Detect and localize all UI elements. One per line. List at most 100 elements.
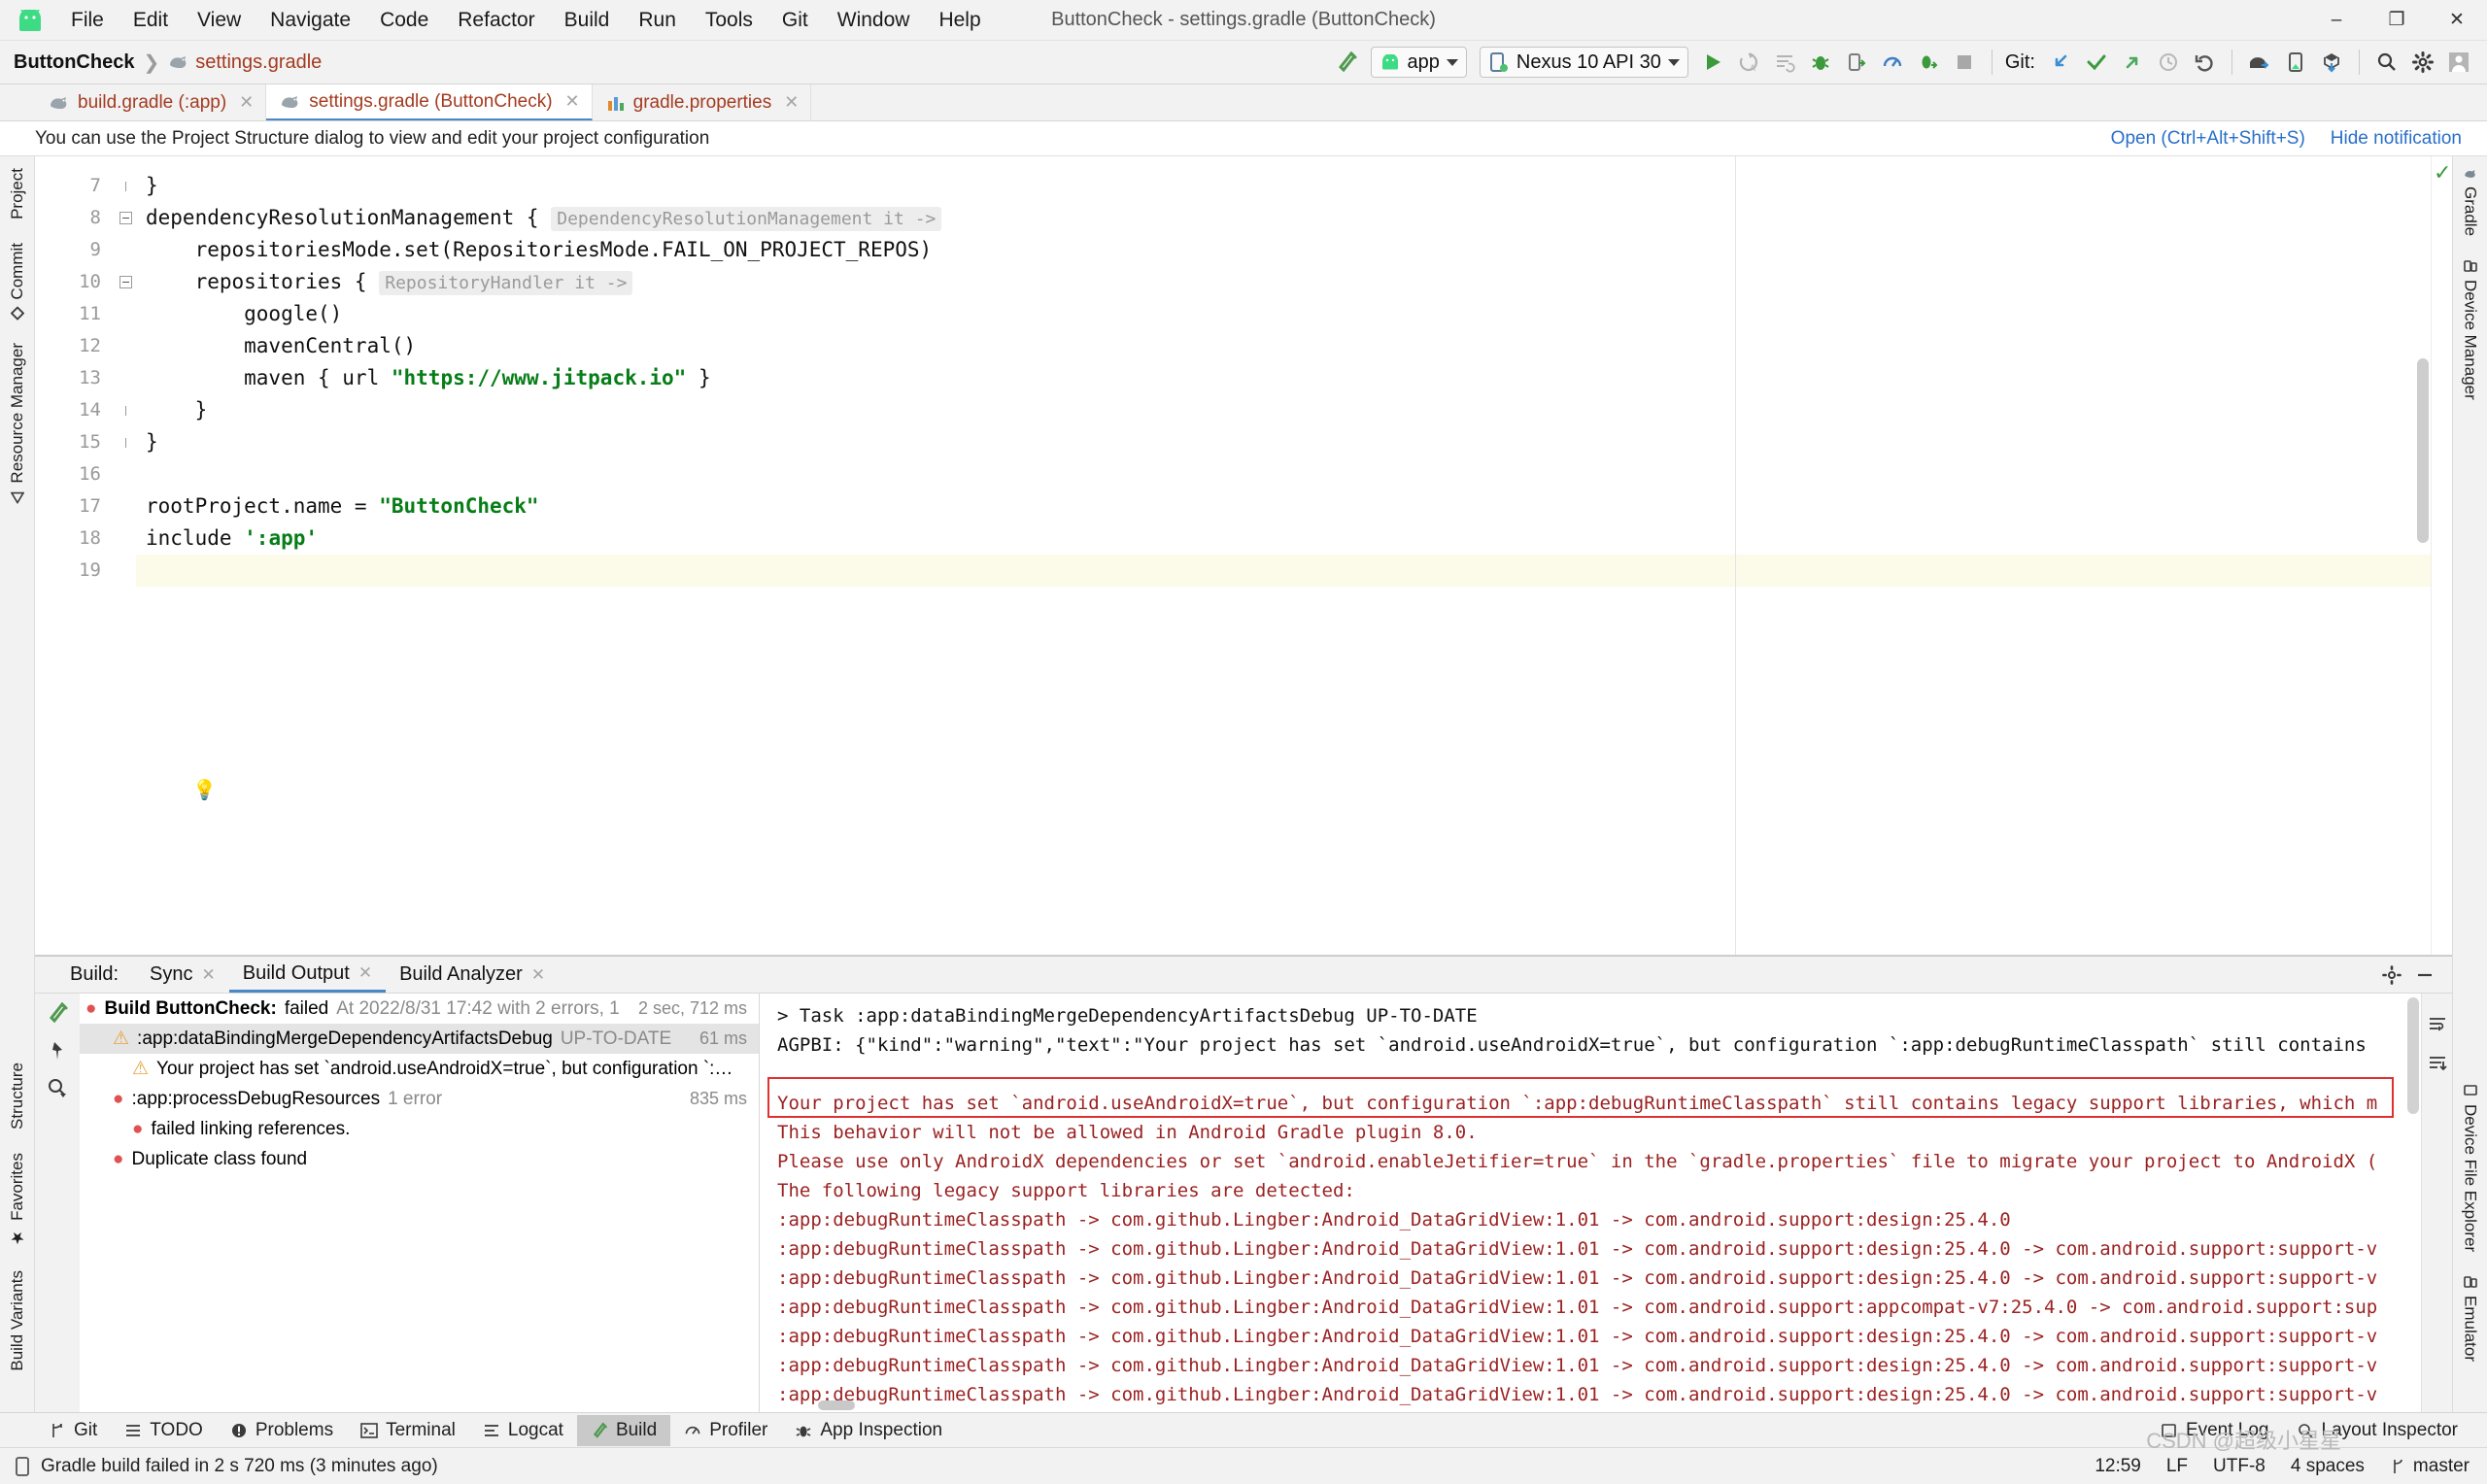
editor-scrollbar-thumb[interactable]: [2417, 358, 2429, 543]
notification-open-link[interactable]: Open (Ctrl+Alt+Shift+S): [2111, 128, 2305, 150]
menu-help[interactable]: Help: [924, 5, 995, 36]
run-button[interactable]: [1696, 46, 1729, 79]
close-icon[interactable]: ✕: [358, 963, 372, 983]
git-commit-icon[interactable]: [2080, 46, 2113, 79]
debug-icon[interactable]: [1804, 46, 1837, 79]
sidebar-item-favorites[interactable]: ★ Favorites: [5, 1141, 30, 1259]
table-row[interactable]: ● failed linking references.: [80, 1114, 759, 1144]
sidebar-item-resource-manager[interactable]: Resource Manager: [5, 331, 30, 516]
avd-manager-icon[interactable]: [2279, 46, 2312, 79]
console-hscrollbar[interactable]: [760, 1400, 2452, 1412]
git-revert-icon[interactable]: [2188, 46, 2221, 79]
fold-marker[interactable]: [115, 202, 136, 234]
tool-window-git[interactable]: Git: [35, 1415, 111, 1446]
close-icon[interactable]: ✕: [784, 92, 799, 113]
build-hammer-icon[interactable]: [46, 1001, 69, 1025]
tool-window-app-inspection[interactable]: App Inspection: [781, 1415, 956, 1446]
sdk-download-icon[interactable]: [2315, 46, 2348, 79]
device-selector[interactable]: Nexus 10 API 30: [1479, 47, 1688, 78]
tool-window-layout-inspector[interactable]: Layout Inspector: [2283, 1415, 2471, 1446]
menu-refactor[interactable]: Refactor: [443, 5, 549, 36]
avatar[interactable]: [2442, 46, 2475, 79]
search-icon[interactable]: [2370, 46, 2403, 79]
tab-build-analyzer[interactable]: Build Analyzer ✕: [386, 957, 559, 993]
gear-icon[interactable]: [2406, 46, 2439, 79]
intention-bulb-icon[interactable]: 💡: [192, 778, 217, 802]
editor-tab-gradle-properties[interactable]: gradle.properties ✕: [593, 84, 812, 120]
breadcrumb-project[interactable]: ButtonCheck: [14, 51, 134, 74]
apply-code-changes-icon[interactable]: [1768, 46, 1801, 79]
menu-window[interactable]: Window: [823, 5, 925, 36]
sidebar-item-commit[interactable]: Commit: [5, 231, 30, 332]
scroll-to-end-icon[interactable]: [2428, 1054, 2447, 1073]
cursor-position[interactable]: 12:59: [2095, 1456, 2141, 1477]
debug-attach-icon[interactable]: [1912, 46, 1945, 79]
build-output-tree[interactable]: ● Build ButtonCheck: failed At 2022/8/31…: [80, 994, 760, 1412]
pin-icon[interactable]: [47, 1040, 68, 1062]
line-separator[interactable]: LF: [2166, 1456, 2188, 1477]
sidebar-item-emulator[interactable]: Emulator: [2458, 1264, 2483, 1373]
close-icon[interactable]: ✕: [239, 92, 254, 113]
editor-tab-settings-gradle[interactable]: settings.gradle (ButtonCheck) ✕: [266, 84, 593, 120]
console-scrollbar-thumb[interactable]: [2407, 997, 2419, 1114]
apply-changes-icon[interactable]: A: [1732, 46, 1765, 79]
menu-code[interactable]: Code: [365, 5, 443, 36]
git-history-icon[interactable]: [2152, 46, 2185, 79]
notification-hide-link[interactable]: Hide notification: [2331, 128, 2462, 150]
close-button[interactable]: ✕: [2427, 0, 2487, 41]
table-row[interactable]: ● :app:processDebugResources 1 error 835…: [80, 1084, 759, 1114]
soft-wrap-icon[interactable]: [2428, 1015, 2447, 1034]
sidebar-item-structure[interactable]: Structure: [5, 1051, 30, 1141]
table-row[interactable]: ⚠ Your project has set `android.useAndro…: [80, 1054, 759, 1084]
git-update-icon[interactable]: [2044, 46, 2077, 79]
tool-window-terminal[interactable]: Terminal: [347, 1415, 469, 1446]
maximize-button[interactable]: ❐: [2367, 0, 2427, 41]
menu-git[interactable]: Git: [767, 5, 823, 36]
console-hscrollbar-thumb[interactable]: [818, 1400, 855, 1410]
menu-run[interactable]: Run: [624, 5, 691, 36]
filter-icon[interactable]: [47, 1077, 68, 1098]
code-editor[interactable]: 7 8 9 10 11 12 13 14 15 16 17 18 19} de…: [35, 156, 2452, 956]
build-hammer-icon[interactable]: [1330, 46, 1363, 79]
git-branch-name[interactable]: master: [2413, 1456, 2470, 1477]
editor-code-area[interactable]: } dependencyResolutionManagement { Depen…: [136, 156, 2452, 955]
sidebar-item-gradle[interactable]: Gradle: [2458, 156, 2483, 248]
sidebar-item-device-file-explorer[interactable]: Device File Explorer: [2458, 1072, 2483, 1264]
indent-setting[interactable]: 4 spaces: [2291, 1456, 2365, 1477]
close-icon[interactable]: ✕: [565, 91, 580, 112]
tool-window-todo[interactable]: TODO: [111, 1415, 217, 1446]
run-configuration-selector[interactable]: app: [1370, 47, 1467, 78]
tab-build-output[interactable]: Build Output ✕: [228, 957, 387, 993]
table-row[interactable]: ● Build ButtonCheck: failed At 2022/8/31…: [80, 994, 759, 1024]
fold-marker[interactable]: [115, 266, 136, 298]
git-push-icon[interactable]: [2116, 46, 2149, 79]
tool-window-logcat[interactable]: Logcat: [469, 1415, 577, 1446]
editor-fold-column[interactable]: [115, 156, 136, 955]
menu-build[interactable]: Build: [550, 5, 625, 36]
close-icon[interactable]: ✕: [202, 965, 216, 985]
sdk-manager-icon[interactable]: [2243, 46, 2276, 79]
fold-marker[interactable]: [115, 426, 136, 458]
stop-button[interactable]: [1948, 46, 1981, 79]
close-icon[interactable]: ✕: [531, 965, 545, 985]
attach-debugger-icon[interactable]: [1840, 46, 1873, 79]
menu-tools[interactable]: Tools: [691, 5, 767, 36]
fold-marker[interactable]: [115, 394, 136, 426]
fold-marker[interactable]: [115, 170, 136, 202]
breadcrumb-file[interactable]: settings.gradle: [195, 51, 322, 74]
menu-file[interactable]: File: [56, 5, 119, 36]
table-row[interactable]: ⚠ :app:dataBindingMergeDependencyArtifac…: [80, 1024, 759, 1054]
table-row[interactable]: ● Duplicate class found: [80, 1144, 759, 1174]
tool-window-build[interactable]: Build: [576, 1414, 671, 1446]
tab-sync[interactable]: Sync ✕: [136, 957, 229, 993]
tool-window-problems[interactable]: Problems: [217, 1415, 347, 1446]
tool-window-event-log[interactable]: Event Log: [2147, 1415, 2283, 1446]
editor-tab-build-gradle[interactable]: build.gradle (:app) ✕: [35, 84, 267, 120]
build-output-console[interactable]: > Task :app:dataBindingMergeDependencyAr…: [760, 994, 2452, 1412]
menu-navigate[interactable]: Navigate: [256, 5, 365, 36]
minimize-button[interactable]: –: [2306, 0, 2367, 41]
sidebar-item-device-manager[interactable]: Device Manager: [2458, 248, 2483, 412]
menu-view[interactable]: View: [183, 5, 256, 36]
gear-icon[interactable]: [2382, 964, 2402, 985]
minimize-panel-icon[interactable]: [2415, 965, 2435, 985]
